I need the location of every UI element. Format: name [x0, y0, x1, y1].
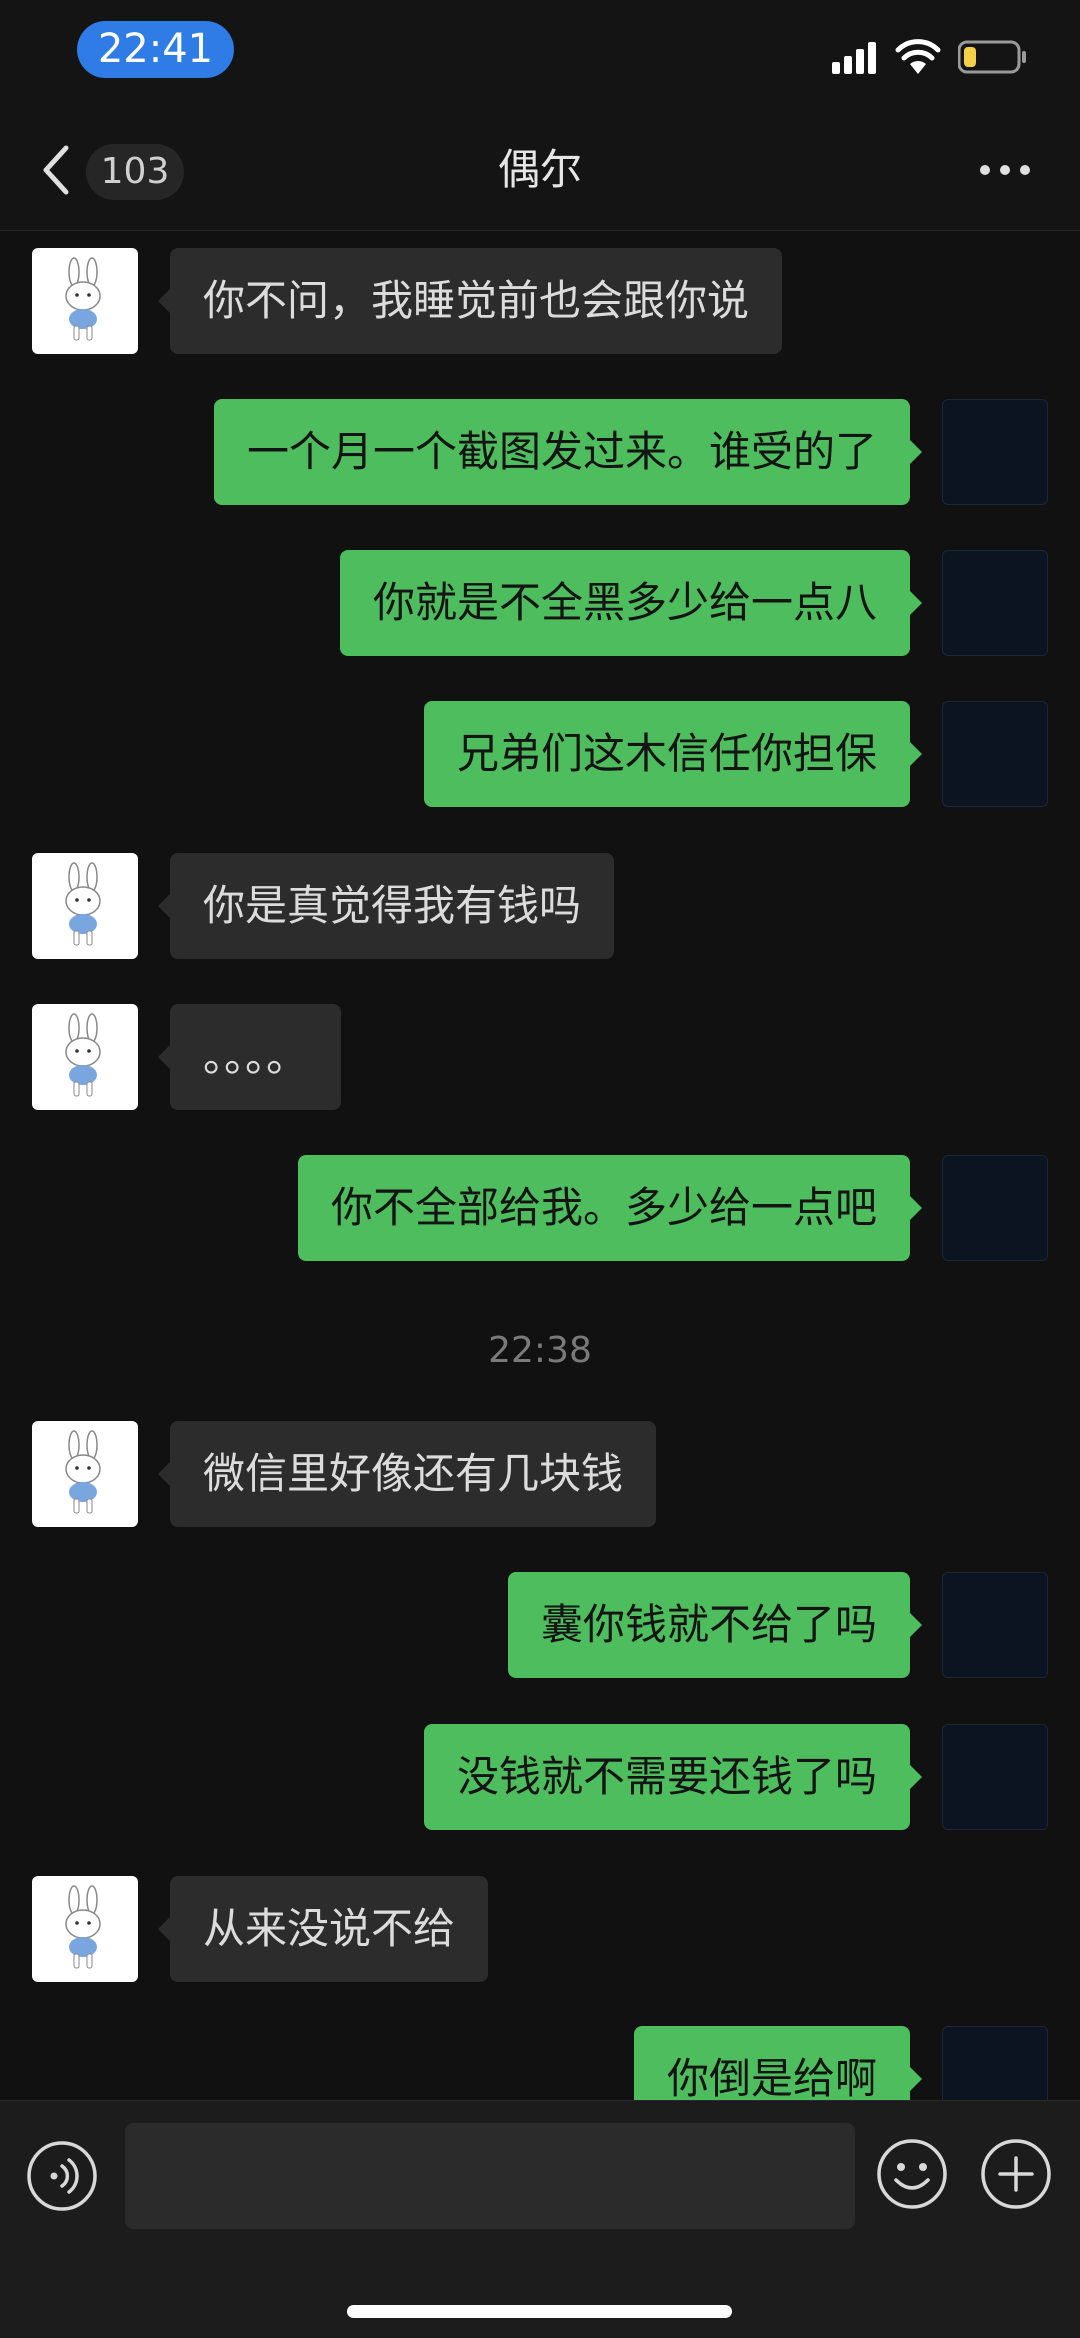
outgoing-message-bubble[interactable]: 没钱就不需要还钱了吗: [423, 1724, 923, 1830]
wifi-icon: [895, 39, 941, 74]
message-row: 你不全部给我。多少给一点吧: [0, 1155, 1080, 1261]
voice-icon[interactable]: [26, 2140, 98, 2212]
message-input[interactable]: [125, 2123, 855, 2229]
bunny-avatar-icon: [65, 257, 101, 341]
status-time: 22:41: [77, 21, 234, 78]
contact-avatar[interactable]: [32, 248, 138, 354]
outgoing-message-bubble[interactable]: 你不全部给我。多少给一点吧: [297, 1155, 923, 1261]
message-row: 一个月一个截图发过来。谁受的了: [0, 399, 1080, 505]
message-row: 你就是不全黑多少给一点八: [0, 550, 1080, 656]
incoming-message-bubble[interactable]: 从来没说不给: [157, 1876, 489, 1982]
outgoing-message-bubble[interactable]: 你就是不全黑多少给一点八: [339, 550, 923, 656]
bunny-avatar-icon: [65, 862, 101, 946]
outgoing-message-bubble[interactable]: 兄弟们这木信任你担保: [423, 701, 923, 807]
message-row: 兄弟们这木信任你担保: [0, 701, 1080, 807]
incoming-message-bubble[interactable]: 你是真觉得我有钱吗: [157, 853, 615, 959]
chat-title: 偶尔: [497, 145, 582, 194]
message-row: 你不问，我睡觉前也会跟你说: [0, 248, 1080, 354]
chat-header: 103 偶尔: [0, 110, 1080, 231]
emoji-icon[interactable]: [876, 2138, 948, 2210]
incoming-message-bubble[interactable]: 。。。。: [157, 1004, 342, 1110]
bunny-avatar-icon: [65, 1013, 101, 1097]
plus-icon[interactable]: [980, 2138, 1052, 2210]
message-row: 。。。。: [0, 1004, 1080, 1110]
bunny-avatar-icon: [65, 1430, 101, 1514]
outgoing-message-bubble[interactable]: 囊你钱就不给了吗: [507, 1572, 923, 1678]
input-bar: [0, 2100, 1080, 2338]
my-avatar[interactable]: [942, 399, 1048, 505]
contact-avatar[interactable]: [32, 1421, 138, 1527]
status-bar: 22:41: [0, 0, 1080, 110]
chat-timestamp: 22:38: [488, 1330, 592, 1371]
contact-avatar[interactable]: [32, 1004, 138, 1110]
my-avatar[interactable]: [942, 1572, 1048, 1678]
message-row: 囊你钱就不给了吗: [0, 1572, 1080, 1678]
my-avatar[interactable]: [942, 1155, 1048, 1261]
home-indicator: [347, 2305, 732, 2318]
incoming-message-bubble[interactable]: 微信里好像还有几块钱: [157, 1421, 657, 1527]
message-row: 微信里好像还有几块钱: [0, 1421, 1080, 1527]
signal-icon: [832, 42, 876, 74]
message-row: 从来没说不给: [0, 1876, 1080, 1982]
my-avatar[interactable]: [942, 701, 1048, 807]
contact-avatar[interactable]: [32, 1876, 138, 1982]
message-row: 没钱就不需要还钱了吗: [0, 1724, 1080, 1830]
contact-avatar[interactable]: [32, 853, 138, 959]
my-avatar[interactable]: [942, 1724, 1048, 1830]
bunny-avatar-icon: [65, 1885, 101, 1969]
more-dots-icon[interactable]: [980, 165, 1030, 179]
my-avatar[interactable]: [942, 550, 1048, 656]
message-row: 你是真觉得我有钱吗: [0, 853, 1080, 959]
incoming-message-bubble[interactable]: 你不问，我睡觉前也会跟你说: [157, 248, 783, 354]
outgoing-message-bubble[interactable]: 一个月一个截图发过来。谁受的了: [213, 399, 923, 505]
battery-icon: [958, 40, 1026, 74]
